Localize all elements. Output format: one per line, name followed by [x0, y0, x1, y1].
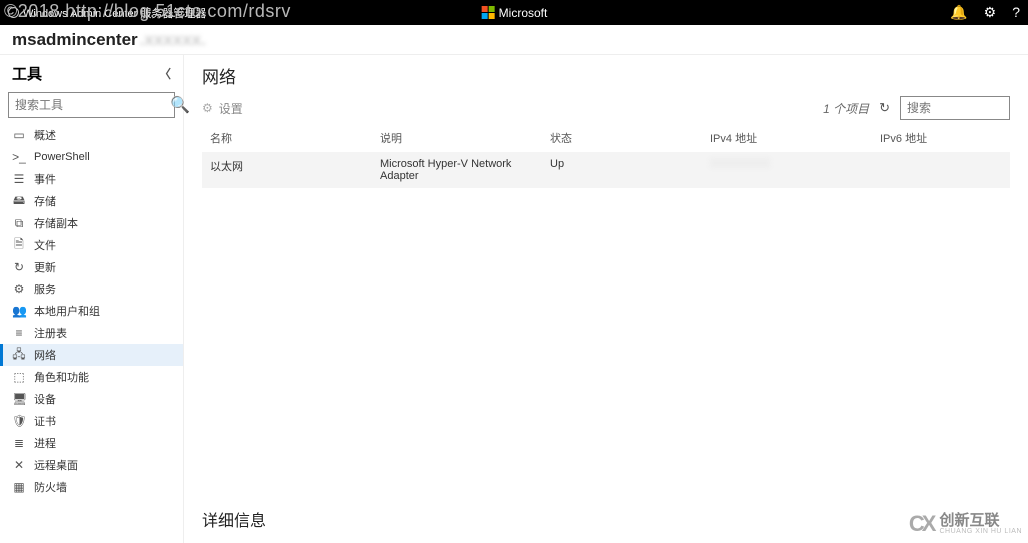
sidebar-search-input[interactable]: [15, 98, 170, 112]
topbar-brand: Microsoft: [481, 6, 548, 20]
sidebar-item-label: 角色和功能: [34, 369, 89, 385]
grid-header: 名称 说明 状态 IPv4 地址 IPv6 地址: [202, 126, 1010, 152]
sidebar-item-防火墙[interactable]: ▦ 防火墙: [0, 476, 183, 498]
corner-logo-icon: CX: [909, 511, 934, 537]
sidebar-item-注册表[interactable]: ≡ 注册表: [0, 322, 183, 344]
sidebar-item-label: 证书: [34, 413, 56, 429]
cell-ipv6: [880, 158, 1002, 182]
sidebar-item-远程桌面[interactable]: ✕ 远程桌面: [0, 454, 183, 476]
sidebar-item-事件[interactable]: ☰ 事件: [0, 168, 183, 190]
main-content: 网络 ⚙ 设置 1 个项目 ↻ 🔍 名称 说明 状态 IPv4 地址 IPv6 …: [184, 55, 1028, 543]
sidebar-item-label: 服务: [34, 281, 56, 297]
corner-watermark: CX 创新互联 CHUANG XIN HU LIAN: [909, 511, 1022, 537]
sidebar-item-label: 防火墙: [34, 479, 67, 495]
sidebar-item-PowerShell[interactable]: >_ PowerShell: [0, 146, 183, 168]
grid-search-input[interactable]: [907, 101, 1028, 115]
item-count: 1 个项目: [823, 100, 869, 117]
cell-name: 以太网: [210, 158, 380, 182]
sidebar-item-网络[interactable]: 🖧 网络: [0, 344, 183, 366]
col-name[interactable]: 名称: [210, 130, 380, 146]
sidebar-item-服务[interactable]: ⚙ 服务: [0, 278, 183, 300]
cell-ipv4: [710, 158, 880, 182]
sidebar-item-label: 远程桌面: [34, 457, 78, 473]
sidebar-item-存储副本[interactable]: ⧉ 存储副本: [0, 212, 183, 234]
sidebar-item-label: 文件: [34, 237, 56, 253]
sidebar-item-文件[interactable]: 🗎 文件: [0, 234, 183, 256]
brand-text: Microsoft: [499, 6, 548, 20]
sidebar-item-icon: 🖥: [12, 392, 26, 406]
collapse-sidebar-icon[interactable]: 〈: [159, 65, 171, 82]
corner-en: CHUANG XIN HU LIAN: [939, 528, 1022, 535]
breadcrumb: msadmincenter .xxxxxx.: [0, 25, 1028, 55]
breadcrumb-blurred: .xxxxxx.: [140, 30, 206, 50]
page-title: 网络: [202, 63, 1010, 88]
sidebar-item-进程[interactable]: ≣ 进程: [0, 432, 183, 454]
table-row[interactable]: 以太网Microsoft Hyper-V Network AdapterUp: [202, 152, 1010, 188]
sidebar-item-icon: ⚙: [12, 282, 26, 296]
sidebar-item-label: 网络: [34, 347, 56, 363]
sidebar-item-label: 事件: [34, 171, 56, 187]
sidebar-search[interactable]: 🔍: [8, 92, 175, 118]
sidebar-item-icon: ☰: [12, 172, 26, 186]
sidebar-item-本地用户和组[interactable]: 👥 本地用户和组: [0, 300, 183, 322]
sidebar-item-label: 设备: [34, 391, 56, 407]
col-ipv4[interactable]: IPv4 地址: [710, 130, 880, 146]
sidebar-item-设备[interactable]: 🖥 设备: [0, 388, 183, 410]
sidebar-item-icon: ≡: [12, 326, 26, 340]
sidebar-item-icon: 🗎: [12, 235, 26, 256]
sidebar-item-icon: ⬚: [12, 370, 26, 384]
breadcrumb-host: msadmincenter: [12, 30, 138, 50]
sidebar-item-icon: ✕: [12, 458, 26, 472]
watermark-overlay: ©2018 http://blog.51cto.com/rdsrv: [0, 1, 291, 22]
cell-status: Up: [550, 158, 710, 182]
sidebar-item-更新[interactable]: ↻ 更新: [0, 256, 183, 278]
settings-button[interactable]: 设置: [219, 100, 243, 117]
details-title: 详细信息: [202, 497, 1010, 543]
sidebar-item-icon: 🖴: [12, 191, 26, 212]
sidebar-item-label: 本地用户和组: [34, 303, 100, 319]
sidebar-item-icon: ↻: [12, 260, 26, 274]
sidebar-item-icon: >_: [12, 150, 26, 164]
gear-icon: ⚙: [202, 101, 213, 115]
sidebar-item-label: 进程: [34, 435, 56, 451]
sidebar-item-label: 存储副本: [34, 215, 78, 231]
sidebar-item-icon: ⧉: [12, 216, 26, 231]
col-status[interactable]: 状态: [550, 130, 710, 146]
sidebar-item-存储[interactable]: 🖴 存储: [0, 190, 183, 212]
grid-search[interactable]: 🔍: [900, 96, 1010, 120]
col-ipv6[interactable]: IPv6 地址: [880, 130, 1002, 146]
col-desc[interactable]: 说明: [380, 130, 550, 146]
sidebar-item-label: 注册表: [34, 325, 67, 341]
sidebar-item-label: PowerShell: [34, 151, 90, 163]
settings-icon[interactable]: ⚙: [984, 4, 997, 21]
sidebar-item-icon: ≣: [12, 436, 26, 450]
sidebar-item-icon: 🛡: [12, 414, 26, 428]
refresh-icon[interactable]: ↻: [879, 100, 890, 116]
sidebar-item-概述[interactable]: ▭ 概述: [0, 124, 183, 146]
sidebar: 工具 〈 🔍 ▭ 概述 >_ PowerShell ☰ 事件 🖴 存储 ⧉ 存储副本 🗎 文件 ↻ 更新 ⚙…: [0, 55, 184, 543]
microsoft-logo-icon: [481, 6, 495, 20]
notifications-icon[interactable]: 🔔: [950, 4, 967, 21]
sidebar-item-角色和功能[interactable]: ⬚ 角色和功能: [0, 366, 183, 388]
cell-desc: Microsoft Hyper-V Network Adapter: [380, 158, 550, 182]
sidebar-item-label: 更新: [34, 259, 56, 275]
sidebar-item-icon: ▭: [12, 128, 26, 142]
sidebar-title: 工具: [12, 63, 42, 84]
sidebar-item-icon: ▦: [12, 480, 26, 494]
sidebar-item-icon: 🖧: [12, 345, 26, 366]
help-icon[interactable]: ?: [1012, 4, 1020, 21]
sidebar-item-证书[interactable]: 🛡 证书: [0, 410, 183, 432]
sidebar-item-icon: 👥: [12, 304, 26, 318]
corner-cn: 创新互联: [939, 513, 1022, 528]
sidebar-item-label: 存储: [34, 193, 56, 209]
sidebar-item-label: 概述: [34, 127, 56, 143]
